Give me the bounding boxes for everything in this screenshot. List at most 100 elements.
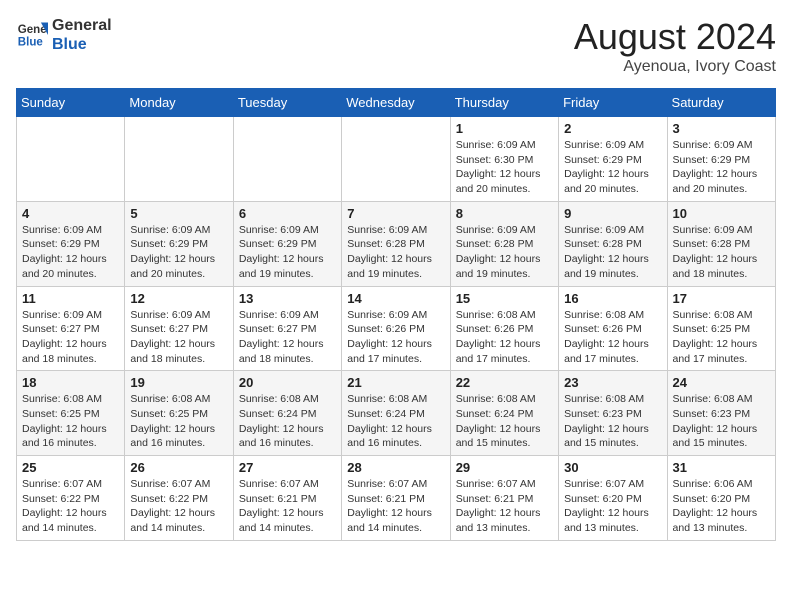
calendar-day-cell: 20 Sunrise: 6:08 AM Sunset: 6:24 PM Dayli… — [233, 371, 341, 456]
day-number: 28 — [347, 460, 444, 475]
calendar-day-cell: 14 Sunrise: 6:09 AM Sunset: 6:26 PM Dayli… — [342, 286, 450, 371]
day-info: Sunrise: 6:08 AM Sunset: 6:24 PM Dayligh… — [239, 392, 336, 451]
calendar-table: SundayMondayTuesdayWednesdayThursdayFrid… — [16, 88, 776, 541]
day-number: 6 — [239, 206, 336, 221]
day-info: Sunrise: 6:09 AM Sunset: 6:30 PM Dayligh… — [456, 138, 553, 197]
day-info: Sunrise: 6:09 AM Sunset: 6:29 PM Dayligh… — [239, 223, 336, 282]
day-number: 18 — [22, 375, 119, 390]
calendar-day-cell: 26Sunrise: 6:07 AM Sunset: 6:22 PM Dayli… — [125, 456, 233, 541]
day-number: 31 — [673, 460, 770, 475]
calendar-day-cell — [17, 117, 125, 202]
calendar-header-row: SundayMondayTuesdayWednesdayThursdayFrid… — [17, 89, 776, 117]
calendar-day-cell: 15 Sunrise: 6:08 AM Sunset: 6:26 PM Dayli… — [450, 286, 558, 371]
calendar-day-cell: 4 Sunrise: 6:09 AM Sunset: 6:29 PM Daylig… — [17, 201, 125, 286]
calendar-day-cell: 23 Sunrise: 6:08 AM Sunset: 6:23 PM Dayli… — [559, 371, 667, 456]
day-number: 2 — [564, 121, 661, 136]
day-number: 12 — [130, 291, 227, 306]
calendar-day-cell: 18 Sunrise: 6:08 AM Sunset: 6:25 PM Dayli… — [17, 371, 125, 456]
day-info: Sunrise: 6:09 AM Sunset: 6:28 PM Dayligh… — [456, 223, 553, 282]
calendar-day-cell: 30 Sunrise: 6:07 AM Sunset: 6:20 PM Dayli… — [559, 456, 667, 541]
calendar-day-cell: 22Sunrise: 6:08 AM Sunset: 6:24 PM Dayli… — [450, 371, 558, 456]
day-number: 23 — [564, 375, 661, 390]
calendar-day-cell — [342, 117, 450, 202]
day-of-week-header: Thursday — [450, 89, 558, 117]
day-number: 16 — [564, 291, 661, 306]
calendar-week-row: 18 Sunrise: 6:08 AM Sunset: 6:25 PM Dayli… — [17, 371, 776, 456]
day-info: Sunrise: 6:09 AM Sunset: 6:29 PM Dayligh… — [673, 138, 770, 197]
calendar-day-cell: 10 Sunrise: 6:09 AM Sunset: 6:28 PM Dayli… — [667, 201, 775, 286]
day-info: Sunrise: 6:08 AM Sunset: 6:26 PM Dayligh… — [456, 308, 553, 367]
day-number: 17 — [673, 291, 770, 306]
day-info: Sunrise: 6:09 AM Sunset: 6:26 PM Dayligh… — [347, 308, 444, 367]
day-info: Sunrise: 6:08 AM Sunset: 6:23 PM Dayligh… — [673, 392, 770, 451]
page-header: General Blue General Blue August 2024 Ay… — [16, 16, 776, 76]
day-number: 7 — [347, 206, 444, 221]
day-info: Sunrise: 6:08 AM Sunset: 6:25 PM Dayligh… — [130, 392, 227, 451]
calendar-day-cell: 21Sunrise: 6:08 AM Sunset: 6:24 PM Dayli… — [342, 371, 450, 456]
day-info: Sunrise: 6:07 AM Sunset: 6:21 PM Dayligh… — [456, 477, 553, 536]
day-number: 21 — [347, 375, 444, 390]
day-info: Sunrise: 6:09 AM Sunset: 6:27 PM Dayligh… — [130, 308, 227, 367]
day-number: 15 — [456, 291, 553, 306]
day-number: 9 — [564, 206, 661, 221]
day-number: 30 — [564, 460, 661, 475]
calendar-week-row: 11Sunrise: 6:09 AM Sunset: 6:27 PM Dayli… — [17, 286, 776, 371]
day-of-week-header: Friday — [559, 89, 667, 117]
calendar-day-cell: 3 Sunrise: 6:09 AM Sunset: 6:29 PM Daylig… — [667, 117, 775, 202]
calendar-day-cell: 1Sunrise: 6:09 AM Sunset: 6:30 PM Daylig… — [450, 117, 558, 202]
day-info: Sunrise: 6:09 AM Sunset: 6:27 PM Dayligh… — [239, 308, 336, 367]
calendar-day-cell: 6 Sunrise: 6:09 AM Sunset: 6:29 PM Daylig… — [233, 201, 341, 286]
day-info: Sunrise: 6:09 AM Sunset: 6:29 PM Dayligh… — [564, 138, 661, 197]
day-info: Sunrise: 6:07 AM Sunset: 6:22 PM Dayligh… — [22, 477, 119, 536]
day-info: Sunrise: 6:09 AM Sunset: 6:29 PM Dayligh… — [22, 223, 119, 282]
day-of-week-header: Saturday — [667, 89, 775, 117]
day-info: Sunrise: 6:07 AM Sunset: 6:20 PM Dayligh… — [564, 477, 661, 536]
day-number: 22 — [456, 375, 553, 390]
calendar-week-row: 4 Sunrise: 6:09 AM Sunset: 6:29 PM Daylig… — [17, 201, 776, 286]
calendar-day-cell — [233, 117, 341, 202]
day-number: 19 — [130, 375, 227, 390]
calendar-day-cell: 17 Sunrise: 6:08 AM Sunset: 6:25 PM Dayli… — [667, 286, 775, 371]
title-block: August 2024 Ayenoua, Ivory Coast — [574, 16, 776, 76]
calendar-day-cell: 24 Sunrise: 6:08 AM Sunset: 6:23 PM Dayli… — [667, 371, 775, 456]
day-number: 24 — [673, 375, 770, 390]
day-number: 3 — [673, 121, 770, 136]
logo-blue: Blue — [52, 35, 112, 54]
day-info: Sunrise: 6:08 AM Sunset: 6:25 PM Dayligh… — [22, 392, 119, 451]
calendar-day-cell: 27Sunrise: 6:07 AM Sunset: 6:21 PM Dayli… — [233, 456, 341, 541]
day-info: Sunrise: 6:09 AM Sunset: 6:28 PM Dayligh… — [673, 223, 770, 282]
day-of-week-header: Monday — [125, 89, 233, 117]
day-info: Sunrise: 6:09 AM Sunset: 6:28 PM Dayligh… — [347, 223, 444, 282]
day-number: 27 — [239, 460, 336, 475]
calendar-day-cell: 25 Sunrise: 6:07 AM Sunset: 6:22 PM Dayli… — [17, 456, 125, 541]
calendar-day-cell: 19 Sunrise: 6:08 AM Sunset: 6:25 PM Dayli… — [125, 371, 233, 456]
logo: General Blue General Blue — [16, 16, 112, 54]
day-number: 14 — [347, 291, 444, 306]
svg-text:Blue: Blue — [18, 37, 44, 49]
day-number: 8 — [456, 206, 553, 221]
day-number: 20 — [239, 375, 336, 390]
day-of-week-header: Wednesday — [342, 89, 450, 117]
calendar-day-cell — [125, 117, 233, 202]
day-number: 13 — [239, 291, 336, 306]
day-number: 25 — [22, 460, 119, 475]
day-number: 4 — [22, 206, 119, 221]
calendar-day-cell: 28Sunrise: 6:07 AM Sunset: 6:21 PM Dayli… — [342, 456, 450, 541]
day-info: Sunrise: 6:07 AM Sunset: 6:22 PM Dayligh… — [130, 477, 227, 536]
day-info: Sunrise: 6:06 AM Sunset: 6:20 PM Dayligh… — [673, 477, 770, 536]
day-of-week-header: Sunday — [17, 89, 125, 117]
day-of-week-header: Tuesday — [233, 89, 341, 117]
logo-icon: General Blue — [16, 19, 48, 51]
calendar-day-cell: 16Sunrise: 6:08 AM Sunset: 6:26 PM Dayli… — [559, 286, 667, 371]
day-number: 29 — [456, 460, 553, 475]
month-year: August 2024 — [574, 16, 776, 58]
day-info: Sunrise: 6:08 AM Sunset: 6:23 PM Dayligh… — [564, 392, 661, 451]
calendar-week-row: 25 Sunrise: 6:07 AM Sunset: 6:22 PM Dayli… — [17, 456, 776, 541]
day-info: Sunrise: 6:08 AM Sunset: 6:25 PM Dayligh… — [673, 308, 770, 367]
calendar-day-cell: 12 Sunrise: 6:09 AM Sunset: 6:27 PM Dayli… — [125, 286, 233, 371]
day-number: 10 — [673, 206, 770, 221]
calendar-day-cell: 5Sunrise: 6:09 AM Sunset: 6:29 PM Daylig… — [125, 201, 233, 286]
location: Ayenoua, Ivory Coast — [574, 58, 776, 76]
day-info: Sunrise: 6:09 AM Sunset: 6:28 PM Dayligh… — [564, 223, 661, 282]
calendar-week-row: 1Sunrise: 6:09 AM Sunset: 6:30 PM Daylig… — [17, 117, 776, 202]
